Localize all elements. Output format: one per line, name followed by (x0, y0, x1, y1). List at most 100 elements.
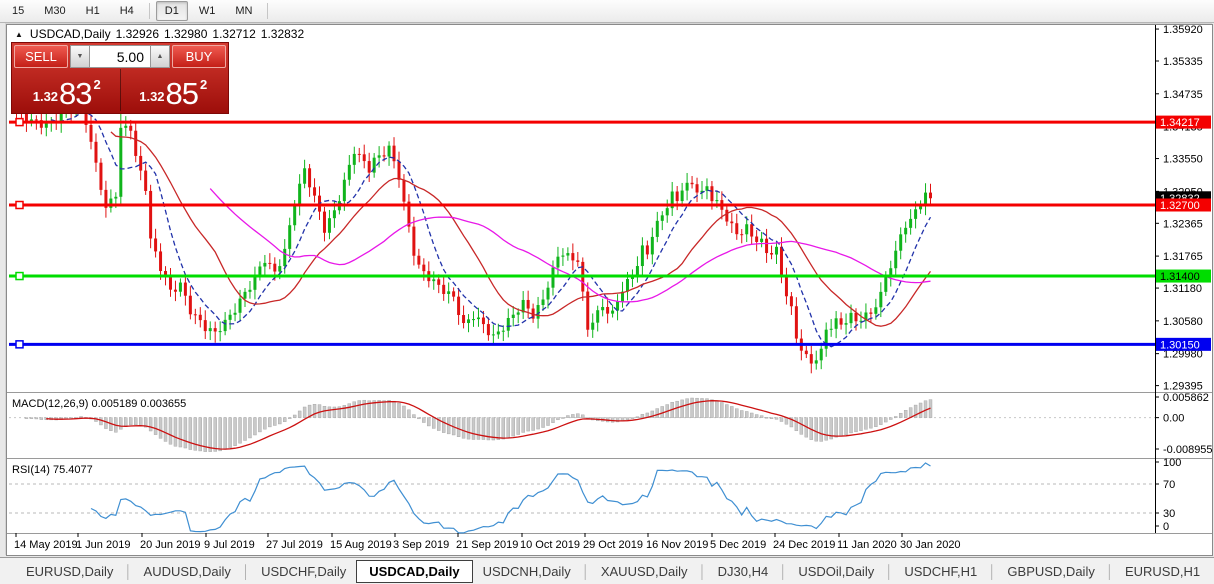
tab-separator: │ (581, 563, 590, 579)
volume-input[interactable] (90, 45, 150, 68)
macd-histogram-bar (178, 417, 183, 448)
candle (894, 250, 898, 269)
buy-button[interactable]: BUY (172, 45, 226, 68)
candle (89, 124, 93, 142)
macd-histogram-bar (769, 417, 774, 419)
price-tick-label: 1.31765 (1163, 251, 1203, 263)
level-handle[interactable] (15, 271, 24, 281)
candle (173, 289, 177, 292)
candle (382, 155, 386, 157)
chart-tab-eurusd-h1[interactable]: EURUSD,H1 (1115, 561, 1210, 582)
candle (357, 153, 361, 155)
tab-separator: │ (124, 563, 133, 579)
macd-histogram-bar (879, 417, 883, 425)
candle (392, 145, 396, 162)
level-handle[interactable] (15, 200, 24, 210)
chart-tab-usdoil-daily[interactable]: USDOil,Daily (788, 561, 884, 582)
macd-histogram-bar (327, 406, 332, 418)
macd-histogram-bar (849, 417, 853, 434)
timeframe-button-h1[interactable]: H1 (77, 1, 109, 21)
candle (511, 314, 515, 318)
rsi-axis-label: 100 (1163, 457, 1181, 469)
candle (755, 236, 759, 242)
timeframe-button-h4[interactable]: H4 (111, 1, 143, 21)
date-label: 15 Aug 2019 (330, 539, 392, 551)
candle (481, 317, 485, 325)
macd-histogram-bar (104, 417, 108, 429)
candle (680, 190, 684, 202)
chart-tab-usdcad-daily[interactable]: USDCAD,Daily (356, 559, 473, 583)
macd-histogram-bar (243, 417, 247, 441)
chart-tab-dj30-h4[interactable]: DJ30,H4 (708, 561, 779, 582)
macd-histogram-bar (273, 417, 277, 426)
timeframe-button-w1[interactable]: W1 (190, 1, 225, 21)
rsi-axis-label: 70 (1163, 479, 1175, 491)
candle (243, 291, 247, 299)
candle (313, 187, 317, 196)
macd-histogram-bar (29, 417, 34, 419)
macd-histogram-bar (173, 417, 178, 447)
macd-histogram-bar (561, 417, 565, 419)
macd-histogram-bar (581, 414, 585, 418)
macd-histogram-bar (208, 417, 212, 452)
timeframe-button-m30[interactable]: M30 (35, 1, 74, 21)
candle (447, 291, 451, 294)
chart-tab-usdcnh-daily[interactable]: USDCNH,Daily (473, 561, 581, 582)
chart-tab-usdchf-h1[interactable]: USDCHF,H1 (894, 561, 987, 582)
chart-tab-usdchf-daily[interactable]: USDCHF,Daily (251, 561, 356, 582)
candle (139, 155, 143, 171)
sell-price-pane[interactable]: 1.32 83 2 (14, 69, 121, 111)
chart-tab-audusd-daily[interactable]: AUDUSD,Daily (134, 561, 241, 582)
collapse-trade-panel-icon[interactable]: ▲ (15, 30, 23, 39)
candle (437, 279, 441, 285)
macd-histogram-bar (918, 402, 923, 418)
macd-histogram-bar (476, 417, 481, 440)
candle (154, 238, 158, 252)
level-handle[interactable] (15, 117, 24, 127)
candle (775, 246, 779, 255)
chart-tab-bar: EURUSD,Daily │ AUDUSD,Daily │ USDCHF,Daily US… (0, 557, 1214, 584)
chart-tab-xauusd-daily[interactable]: XAUUSD,Daily (591, 561, 698, 582)
macd-histogram-bar (461, 417, 466, 439)
candle (472, 319, 475, 321)
macd-histogram-bar (511, 417, 515, 437)
level-handle[interactable] (15, 340, 24, 349)
volume-decrease-button[interactable]: ▼ (70, 45, 90, 68)
macd-histogram-bar (779, 417, 784, 422)
macd-histogram-bar (834, 417, 838, 438)
price-tick-label: 1.31180 (1163, 283, 1202, 295)
candle (730, 221, 734, 224)
macd-histogram-bar (258, 417, 262, 433)
macd-histogram-bar (898, 412, 903, 418)
volume-increase-button[interactable]: ▲ (150, 45, 170, 68)
tab-separator: │ (1210, 564, 1214, 579)
candle (134, 130, 138, 156)
macd-histogram-bar (556, 417, 560, 421)
macd-histogram-bar (302, 406, 307, 418)
candle (283, 248, 287, 267)
candle (347, 164, 351, 180)
timeframe-button-15[interactable]: 15 (3, 1, 33, 21)
price-tick-label: 1.33550 (1163, 154, 1203, 166)
sell-button[interactable]: SELL (14, 45, 68, 68)
macd-histogram-bar (119, 417, 123, 430)
chart-tab-eurusd-daily[interactable]: EURUSD,Daily (16, 561, 123, 582)
macd-histogram-bar (193, 417, 198, 451)
chart-tab-gbpusd-daily[interactable]: GBPUSD,Daily (997, 561, 1104, 582)
candle (129, 125, 133, 131)
candle (34, 119, 38, 121)
ohlc-low: 1.32712 (212, 27, 256, 41)
date-label: 9 Jul 2019 (204, 539, 255, 551)
candle (601, 307, 605, 311)
timeframe-button-mn[interactable]: MN (226, 1, 261, 21)
timeframe-button-d1[interactable]: D1 (155, 1, 188, 21)
macd-histogram-bar (263, 417, 267, 430)
macd-histogram-bar (794, 417, 799, 432)
candle (740, 234, 744, 236)
buy-price-pane[interactable]: 1.32 85 2 (121, 69, 227, 111)
one-click-trading-panel: SELL ▼ ▲ BUY 1.32 83 2 1.32 85 2 (11, 42, 229, 114)
candle (904, 227, 908, 235)
macd-histogram-bar (730, 406, 734, 418)
tab-separator: │ (885, 563, 894, 579)
date-label: 30 Jan 2020 (900, 539, 961, 551)
